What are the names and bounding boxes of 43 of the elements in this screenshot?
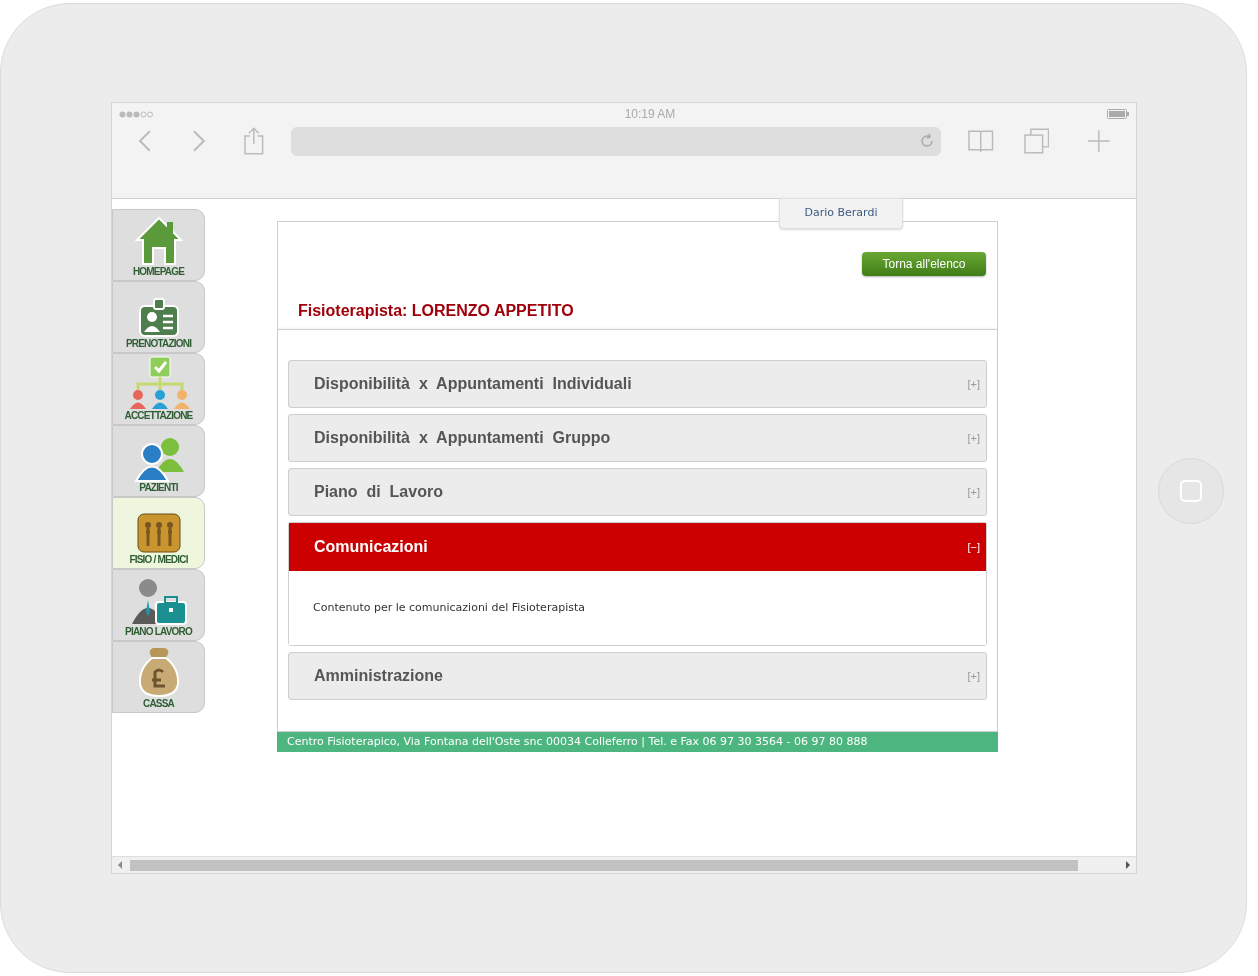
org-chart-icon <box>127 356 190 410</box>
horizontal-scrollbar[interactable] <box>112 856 1136 873</box>
page-title: Fisioterapista: LORENZO APPETITO <box>298 301 575 321</box>
people-icon <box>133 436 184 482</box>
address-bar[interactable] <box>291 126 942 156</box>
toggle-indicator: [+] <box>967 376 980 392</box>
money-bag-icon <box>136 646 181 698</box>
reload-icon[interactable] <box>919 133 936 149</box>
accordion-header[interactable]: Amministrazione [+] <box>288 652 987 700</box>
sidebar-item[interactable]: ACCETTAZIONE <box>112 353 205 425</box>
back-to-list-button[interactable]: Torna all'elenco <box>862 252 986 276</box>
section-title: Disponibilità x Appuntamenti Individuali <box>314 374 633 394</box>
sidebar-item[interactable]: PRENOTAZIONI <box>112 281 205 353</box>
accordion-header[interactable]: Disponibilità x Appuntamenti Gruppo [+] <box>288 414 987 462</box>
house-icon <box>134 216 183 266</box>
battery-icon <box>1107 109 1129 119</box>
accordion-header[interactable]: Piano di Lavoro [+] <box>288 468 987 516</box>
footer-bar: Centro Fisioterapico, Via Fontana dell'Oste snc 00034 Colleferro | Tel. e Fax 06 97 30 3564 - 06 97 80 888 <box>277 732 998 752</box>
sidebar-item[interactable]: FISIO / MEDICI <box>112 497 205 569</box>
man-briefcase-icon <box>129 578 188 626</box>
section-content-text: Contenuto per le comunicazioni del Fisioterapista <box>313 599 585 616</box>
toggle-indicator: [+] <box>967 430 980 446</box>
toggle-indicator: [−] <box>967 539 980 555</box>
sidebar-item[interactable]: HOMEPAGE <box>112 209 205 281</box>
sidebar-item[interactable]: PAZIENTI <box>112 425 205 497</box>
section-title: Piano di Lavoro <box>314 482 444 502</box>
accordion-header[interactable]: Disponibilità x Appuntamenti Individuali [+] <box>288 360 987 408</box>
section-title: Amministrazione <box>314 666 444 686</box>
user-tab[interactable]: Dario Berardi <box>779 198 903 229</box>
id-card-icon <box>137 298 180 338</box>
toggle-indicator: [+] <box>967 668 980 684</box>
signal-dots-icon <box>119 110 153 118</box>
tabs-icon[interactable] <box>1023 128 1050 154</box>
sidebar-item[interactable]: CASSA <box>112 641 205 713</box>
toggle-indicator: [+] <box>967 484 980 500</box>
sidebar-item[interactable]: PIANO LAVORO <box>112 569 205 641</box>
section-title: Disponibilità x Appuntamenti Gruppo <box>314 428 612 448</box>
book-icon[interactable] <box>968 129 994 153</box>
share-icon[interactable] <box>243 127 266 155</box>
plus-icon[interactable] <box>1088 130 1110 152</box>
section-title: Comunicazioni <box>314 537 429 557</box>
status-time: 10:19 AM <box>624 106 676 123</box>
accordion-header[interactable]: Comunicazioni [−] <box>289 523 986 571</box>
